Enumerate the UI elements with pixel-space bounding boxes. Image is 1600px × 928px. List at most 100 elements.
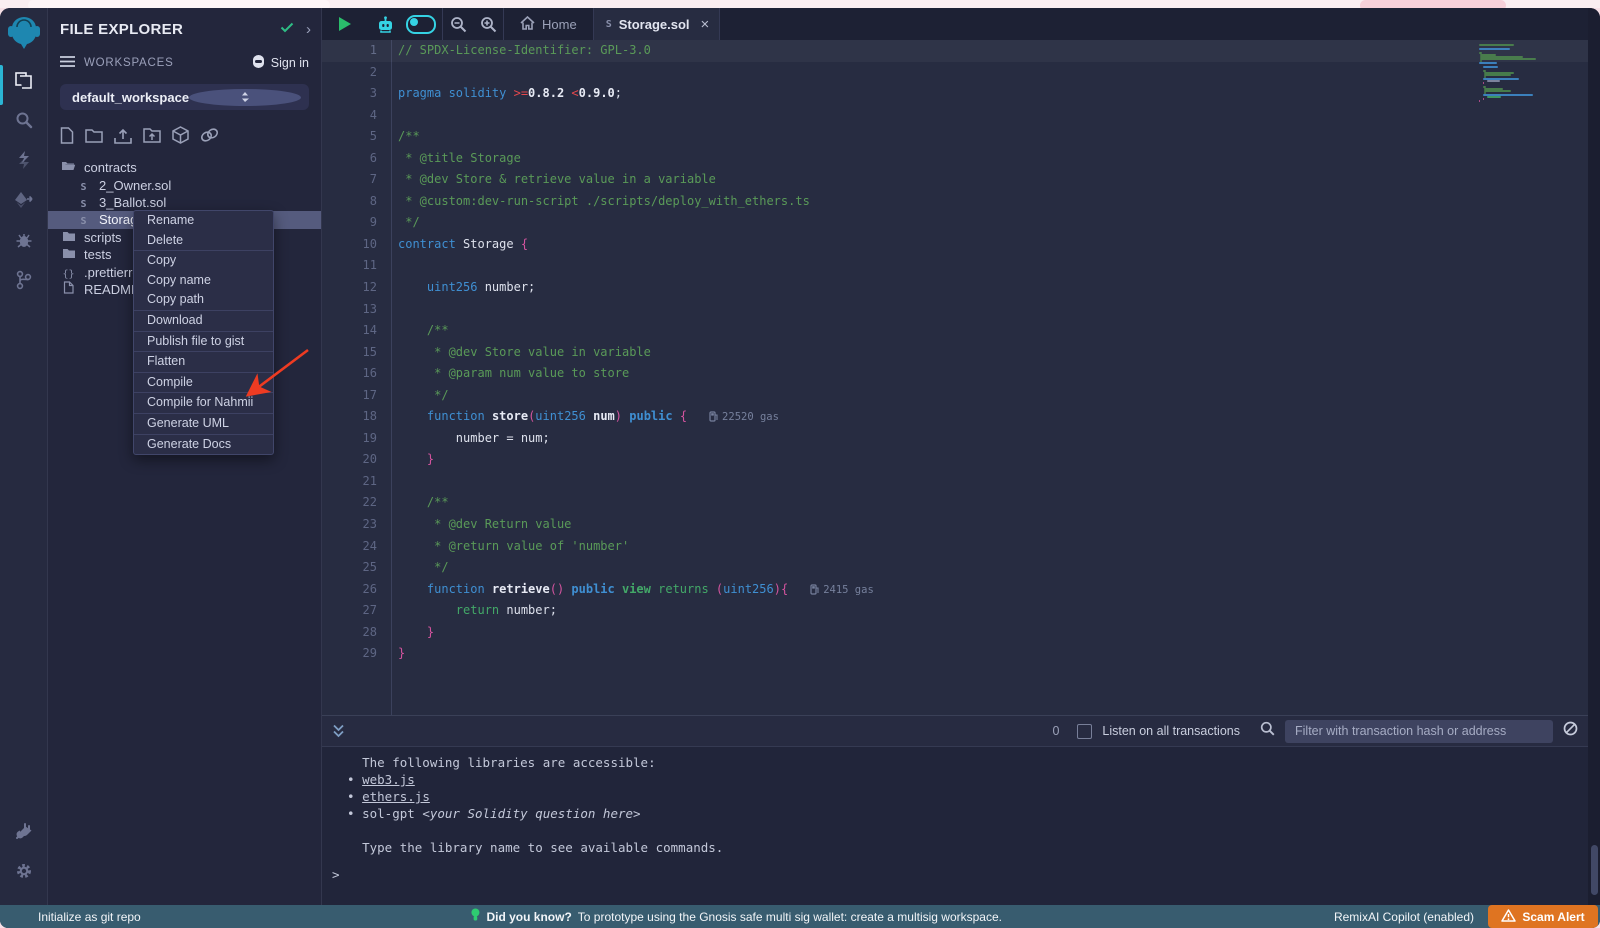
- terminal[interactable]: The following libraries are accessible: …: [322, 747, 1590, 914]
- expand-terminal-icon[interactable]: [332, 724, 345, 738]
- scrollbar-thumb[interactable]: [1591, 845, 1598, 895]
- code-line-6[interactable]: * @title Storage: [398, 148, 1450, 170]
- close-tab-icon[interactable]: ×: [701, 16, 710, 33]
- sidebar-item-search[interactable]: [0, 100, 47, 140]
- code-line-3[interactable]: pragma solidity >=0.8.2 <0.9.0;: [398, 83, 1450, 105]
- window-scrollbar[interactable]: [1588, 8, 1600, 905]
- menu-item-compile[interactable]: Compile: [134, 373, 273, 394]
- code-editor[interactable]: 1234567891011121314151617181920212223242…: [322, 40, 1590, 715]
- code-line-2[interactable]: [398, 62, 1450, 84]
- code-line-13[interactable]: [398, 299, 1450, 321]
- code-line-15[interactable]: * @dev Store value in variable: [398, 342, 1450, 364]
- copilot-toggle[interactable]: [406, 15, 436, 34]
- tree-item-contracts[interactable]: contracts: [48, 159, 321, 176]
- remix-logo-icon[interactable]: [0, 8, 47, 60]
- menu-item-copy-name[interactable]: Copy name: [134, 271, 273, 291]
- code-content[interactable]: // SPDX-License-Identifier: GPL-3.0 pragm…: [392, 40, 1450, 715]
- line-number: 2: [322, 62, 391, 84]
- menu-item-generate-uml[interactable]: Generate UML: [134, 414, 273, 435]
- menu-item-delete[interactable]: Delete: [134, 231, 273, 252]
- listen-checkbox[interactable]: [1077, 724, 1092, 739]
- library-link-web3.js[interactable]: web3.js: [362, 772, 415, 787]
- tip-bold: Did you know?: [486, 910, 571, 924]
- tree-item-3-ballot-sol[interactable]: S3_Ballot.sol: [48, 194, 321, 211]
- workspace-updown-icon[interactable]: [189, 89, 301, 106]
- code-line-29[interactable]: }: [398, 643, 1450, 665]
- folder-icon: [61, 230, 76, 245]
- run-script-button[interactable]: [328, 8, 362, 40]
- new-file-icon[interactable]: [60, 127, 74, 149]
- code-line-12[interactable]: uint256 number;: [398, 277, 1450, 299]
- zoom-in-icon[interactable]: [473, 8, 503, 40]
- transaction-filter-input[interactable]: [1285, 720, 1553, 743]
- code-line-21[interactable]: [398, 471, 1450, 493]
- sidebar-item-settings[interactable]: [0, 851, 47, 891]
- code-line-28[interactable]: }: [398, 622, 1450, 644]
- code-line-9[interactable]: */: [398, 212, 1450, 234]
- clear-terminal-icon[interactable]: [1563, 721, 1578, 741]
- workspace-select[interactable]: default_workspace: [60, 84, 309, 110]
- code-line-10[interactable]: contract Storage {: [398, 234, 1450, 256]
- menu-item-copy[interactable]: Copy: [134, 251, 273, 271]
- minimap-line: [1480, 58, 1536, 60]
- menu-item-publish-file-to-gist[interactable]: Publish file to gist: [134, 332, 273, 353]
- code-line-22[interactable]: /**: [398, 492, 1450, 514]
- sidebar-item-debugger[interactable]: [0, 220, 47, 260]
- sidebar-item-plugin-manager[interactable]: [0, 811, 47, 851]
- code-line-16[interactable]: * @param num value to store: [398, 363, 1450, 385]
- code-line-19[interactable]: number = num;: [398, 428, 1450, 450]
- lightbulb-icon: [470, 908, 480, 925]
- listen-label: Listen on all transactions: [1102, 724, 1240, 738]
- sidebar-item-file-explorer[interactable]: [0, 60, 47, 100]
- copilot-status[interactable]: RemixAI Copilot (enabled): [1334, 910, 1474, 924]
- upload-file-icon[interactable]: [114, 127, 132, 149]
- sidebar-item-git[interactable]: [0, 260, 47, 300]
- ipfs-cube-icon[interactable]: [172, 126, 189, 149]
- minimap-line: [1487, 96, 1501, 98]
- file-label: scripts: [84, 230, 122, 245]
- menu-item-compile-for-nahmii[interactable]: Compile for Nahmii: [134, 393, 273, 414]
- check-icon[interactable]: [280, 20, 294, 38]
- github-icon: [251, 55, 266, 71]
- menu-item-download[interactable]: Download: [134, 311, 273, 332]
- zoom-out-icon[interactable]: [443, 8, 473, 40]
- upload-folder-icon[interactable]: [143, 127, 161, 148]
- code-line-1[interactable]: // SPDX-License-Identifier: GPL-3.0: [398, 40, 1450, 62]
- menu-item-flatten[interactable]: Flatten: [134, 352, 273, 373]
- library-link-ethers.js[interactable]: ethers.js: [362, 789, 430, 804]
- code-line-8[interactable]: * @custom:dev-run-script ./scripts/deplo…: [398, 191, 1450, 213]
- ai-copilot-robot-icon[interactable]: [370, 8, 400, 40]
- editor-minimap[interactable]: [1450, 40, 1590, 715]
- code-line-7[interactable]: * @dev Store & retrieve value in a varia…: [398, 169, 1450, 191]
- hamburger-menu-icon[interactable]: [60, 54, 75, 72]
- code-line-5[interactable]: /**: [398, 126, 1450, 148]
- code-line-17[interactable]: */: [398, 385, 1450, 407]
- code-line-23[interactable]: * @dev Return value: [398, 514, 1450, 536]
- scam-alert-label: Scam Alert: [1522, 910, 1584, 924]
- menu-item-generate-docs[interactable]: Generate Docs: [134, 435, 273, 455]
- git-init-button[interactable]: Initialize as git repo: [38, 910, 141, 924]
- code-line-20[interactable]: }: [398, 449, 1450, 471]
- sidebar-item-solidity-compiler[interactable]: [0, 140, 47, 180]
- sign-in-button[interactable]: Sign in: [251, 55, 309, 71]
- code-line-25[interactable]: */: [398, 557, 1450, 579]
- code-line-4[interactable]: [398, 105, 1450, 127]
- code-line-27[interactable]: return number;: [398, 600, 1450, 622]
- code-line-18[interactable]: function store(uint256 num) public {2252…: [398, 406, 1450, 428]
- tab-home[interactable]: Home: [504, 8, 593, 40]
- terminal-search-icon[interactable]: [1260, 721, 1275, 741]
- new-folder-icon[interactable]: [85, 128, 103, 148]
- chevron-right-icon[interactable]: ›: [306, 21, 311, 38]
- menu-item-rename[interactable]: Rename: [134, 211, 273, 231]
- link-icon[interactable]: [200, 127, 219, 148]
- code-line-11[interactable]: [398, 255, 1450, 277]
- code-line-14[interactable]: /**: [398, 320, 1450, 342]
- sidebar-item-deploy-and-run[interactable]: [0, 180, 47, 220]
- terminal-prompt[interactable]: >: [332, 867, 340, 882]
- menu-item-copy-path[interactable]: Copy path: [134, 290, 273, 311]
- code-line-24[interactable]: * @return value of 'number': [398, 536, 1450, 558]
- tree-item-2-owner-sol[interactable]: S2_Owner.sol: [48, 176, 321, 193]
- code-line-26[interactable]: function retrieve() public view returns …: [398, 579, 1450, 601]
- scam-alert-button[interactable]: Scam Alert: [1488, 905, 1598, 928]
- tab-storage-sol[interactable]: S Storage.sol ×: [593, 8, 721, 40]
